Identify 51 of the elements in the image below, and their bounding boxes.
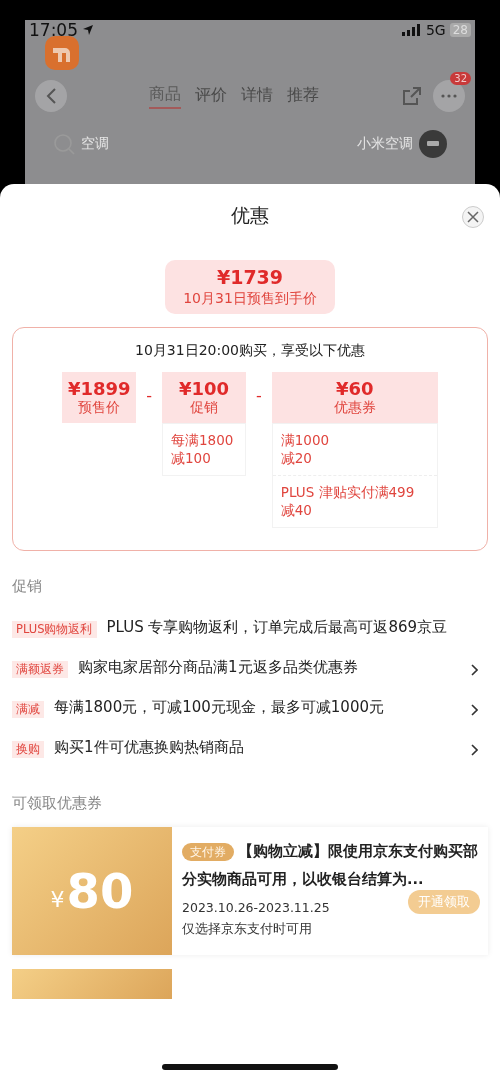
section-heading: 促销 [12,577,43,597]
promo-tag: 换购 [12,741,44,759]
close-icon [467,211,479,223]
promo-tag: 满额返券 [12,661,68,679]
part-label: 优惠券 [333,399,376,417]
signal-icon [401,24,422,36]
chevron-icon[interactable] [471,664,478,677]
status-time: 17:05 [29,20,78,40]
promo-text: 每满1800元，可减100元现金，最多可减1000元 [54,698,385,718]
minus-sign: - [256,386,262,405]
chevron-icon[interactable] [471,704,478,717]
coupon-amount: 80 [66,863,134,920]
final-price: ¥1739 [216,266,284,288]
detail-text: 满1000 减20 [279,431,331,468]
promo-text: PLUS 专享购物返利，订单完成后最高可返869京豆 [106,618,449,638]
tab[interactable]: 评价 [195,83,227,109]
notification-badge: 32 [450,72,471,85]
section-heading: 可领取优惠券 [12,794,103,814]
promo-text: 购家电家居部分商品满1元返多品类优惠券 [78,658,359,678]
back-button[interactable] [35,80,67,112]
final-price-label: 10月31日预售到手价 [183,290,317,308]
promo-tag: 满减 [12,701,44,719]
logo-icon [45,36,79,70]
coupon-tag: 支付券 [182,843,234,862]
tab[interactable]: 详情 [241,83,273,109]
coupon-dates: 2023.10.26-2023.11.25 [182,899,330,915]
network-label: 5G [425,22,446,38]
close-button[interactable] [462,206,484,228]
part-amount: ¥60 [336,378,374,399]
part-label: 促销 [190,399,218,417]
chevron-icon[interactable] [471,744,478,757]
more-icon [441,94,457,98]
search-text: 空调 [81,135,109,153]
detail-text: 每满1800 减100 [170,431,235,468]
coupon-title: 支付券 【购物立减】限使用京东支付购买部分实物商品可用，以收银台结算为... [182,842,479,890]
chevron-left-icon [45,87,57,105]
part-label: 预售价 [78,399,121,417]
sheet-title: 优惠 [231,203,269,228]
location-icon [82,24,94,36]
claim-button[interactable]: 开通领取 [408,889,480,914]
promo-tag: PLUS购物返利 [12,621,97,639]
minus-sign: - [146,386,152,405]
promo-text: 购买1件可优惠换购热销商品 [54,738,245,758]
breakdown-heading: 10月31日20:00购买，享受以下优惠 [135,342,365,360]
part-amount: ¥100 [178,378,230,399]
suggestion-text: 小米空调 [357,135,413,153]
detail-text: PLUS 津贴实付满499 减40 [272,475,437,528]
currency-sign: ¥ [50,886,65,912]
coupon-note: 仅选择京东支付时可用 [182,920,313,938]
part-amount: ¥1899 [67,378,131,399]
tab[interactable]: 推荐 [287,83,319,109]
